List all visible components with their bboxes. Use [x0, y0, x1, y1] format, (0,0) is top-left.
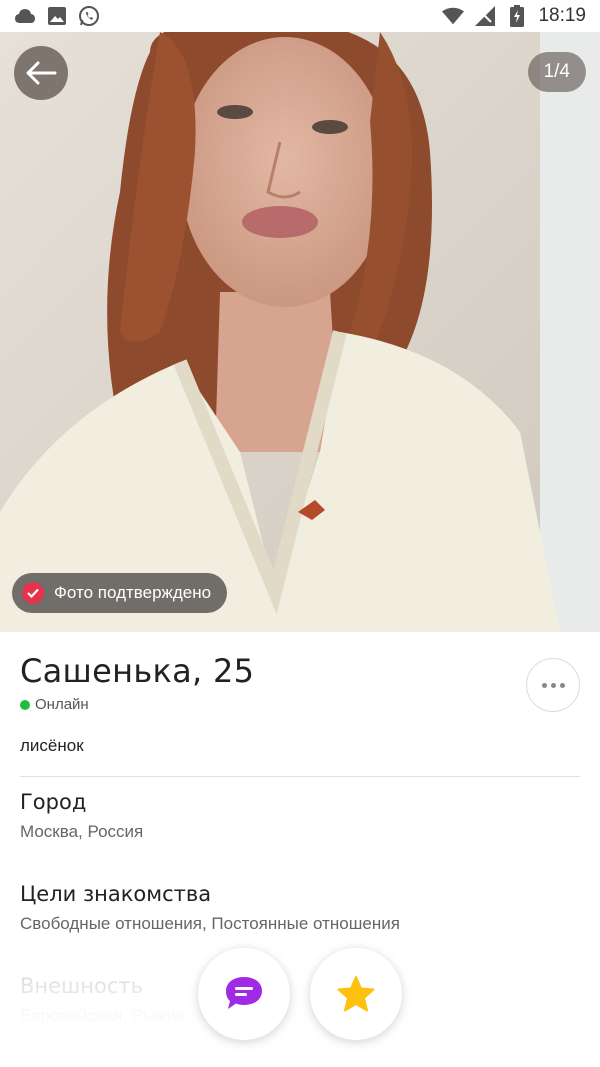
status-bar-left — [14, 5, 100, 27]
photo-image — [0, 32, 600, 632]
section-goals-value: Свободные отношения, Постоянные отношени… — [20, 914, 400, 933]
verified-label: Фото подтверждено — [54, 583, 212, 602]
back-button[interactable] — [14, 46, 68, 100]
profile-about: лисёнок — [20, 736, 84, 755]
star-icon — [337, 976, 375, 1012]
signal-icon — [474, 5, 496, 27]
photo-counter: 1/4 — [527, 52, 586, 92]
profile-photo[interactable]: 1/4 Фото подтверждено — [0, 32, 600, 632]
profile-name-age: Сашенька, 25 — [20, 652, 255, 690]
online-dot-icon — [20, 699, 30, 710]
more-options-button[interactable] — [526, 658, 580, 712]
battery-charging-icon — [506, 5, 528, 27]
bottom-fade — [0, 940, 600, 1067]
section-appearance-title: Внешность — [20, 974, 144, 998]
status-bar-right: 18:19 — [442, 5, 586, 27]
status-time: 18:19 — [538, 5, 586, 26]
more-dots-icon — [541, 682, 547, 688]
whatsapp-icon — [78, 5, 100, 27]
favorite-button[interactable] — [310, 948, 402, 1040]
status-bar: 18:19 — [0, 0, 600, 32]
chat-bubble-icon — [226, 977, 262, 1009]
section-goals-title: Цели знакомства — [20, 882, 212, 906]
wifi-icon — [442, 5, 465, 27]
photo-verified-badge: Фото подтверждено — [12, 573, 228, 613]
arrow-left-icon — [26, 61, 57, 85]
chat-button[interactable] — [198, 948, 290, 1040]
image-icon — [46, 5, 68, 27]
section-city-value: Москва, Россия — [20, 822, 144, 841]
cloud-icon — [14, 5, 36, 27]
section-city-title: Город — [20, 790, 87, 814]
online-status: Онлайн — [20, 696, 89, 713]
verified-check-icon — [22, 582, 44, 604]
divider — [20, 776, 580, 777]
online-status-label: Онлайн — [35, 696, 89, 713]
